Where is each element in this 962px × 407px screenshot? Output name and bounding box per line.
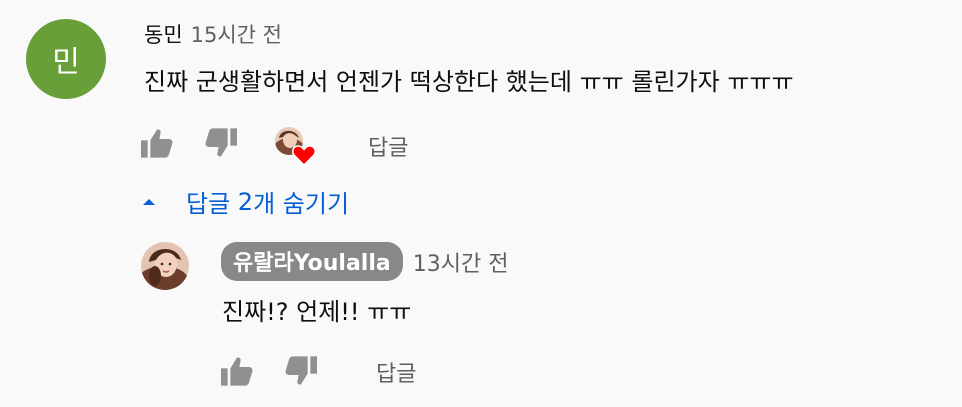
reply-like-button[interactable]	[221, 356, 253, 386]
reply-timestamp[interactable]: 13시간 전	[413, 246, 509, 278]
reply-count: 2	[237, 187, 254, 216]
thumb-down-icon	[205, 128, 237, 157]
reply-text: 진짜!? 언제!! ㅠㅠ	[222, 298, 412, 326]
profile-photo-icon	[141, 242, 189, 290]
heart-icon	[292, 145, 316, 166]
caret-up-icon	[143, 198, 155, 205]
reply-button[interactable]: 답글	[368, 130, 408, 162]
dislike-button[interactable]	[205, 128, 237, 158]
like-button[interactable]	[141, 128, 173, 158]
hide-replies-button[interactable]: 답글 2개 숨기기	[138, 184, 349, 219]
reply-header: 유랄라Youlalla 13시간 전	[221, 242, 508, 281]
reply-dislike-button[interactable]	[285, 356, 317, 386]
hide-replies-prefix: 답글	[186, 190, 238, 218]
thumb-up-icon	[141, 129, 173, 158]
reply-author-avatar[interactable]	[141, 242, 189, 290]
commenter-avatar[interactable]: 민	[26, 19, 106, 99]
hide-replies-suffix: 개 숨기기	[253, 190, 350, 218]
creator-heart	[272, 126, 316, 166]
comment-text: 진짜 군생활하면서 언젠가 떡상한다 했는데 ㅠㅠ 롤린가자 ㅠㅠㅠ	[144, 68, 794, 96]
avatar-initial: 민	[52, 45, 80, 80]
reply-reply-button[interactable]: 답글	[376, 356, 416, 388]
thumb-down-icon	[285, 356, 317, 385]
reply-author-badge[interactable]: 유랄라Youlalla	[221, 242, 403, 281]
thumb-up-icon	[221, 357, 253, 386]
comment-header: 동민 15시간 전	[144, 19, 282, 49]
comment-author-name[interactable]: 동민	[144, 23, 183, 47]
comment-timestamp[interactable]: 15시간 전	[191, 23, 282, 47]
